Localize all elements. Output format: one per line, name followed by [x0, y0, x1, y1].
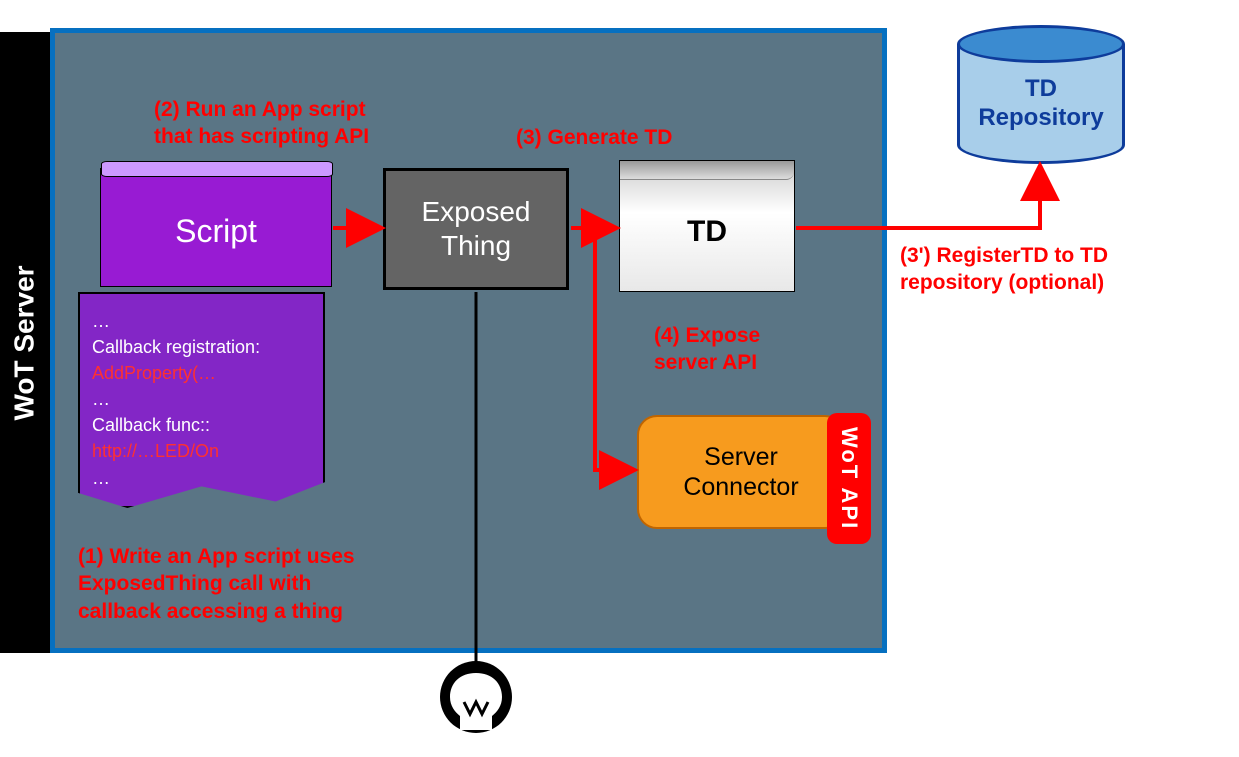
- exposed-thing-line-2: Thing: [441, 230, 511, 261]
- wot-server-label-container: WoT Server: [0, 32, 50, 653]
- exposed-thing-line-1: Exposed: [422, 196, 531, 227]
- step-1-annotation: (1) Write an App script uses ExposedThin…: [78, 543, 388, 625]
- script-box-label: Script: [101, 213, 331, 250]
- script-code-box: … Callback registration: AddProperty(… ……: [78, 292, 325, 508]
- code-line-1: …: [92, 308, 311, 334]
- wot-api-label: WoT API: [836, 427, 862, 530]
- step-3-annotation: (3) Generate TD: [516, 124, 672, 151]
- server-connector-line-1: Server: [704, 443, 778, 471]
- td-repo-line-1: TD: [1025, 75, 1057, 102]
- td-repository-cylinder: TD Repository: [957, 25, 1125, 165]
- wot-server-label: WoT Server: [9, 265, 41, 420]
- code-line-6: http://…LED/On: [92, 438, 311, 464]
- lightbulb-icon: [440, 661, 512, 745]
- wot-api-tab: WoT API: [827, 413, 871, 544]
- wot-server-diagram: WoT Server (2) Run an App script that ha…: [0, 0, 1239, 757]
- exposed-thing-box: Exposed Thing: [383, 168, 569, 290]
- td-box: TD: [619, 160, 795, 292]
- code-line-4: …: [92, 386, 311, 412]
- script-box: Script: [100, 168, 332, 287]
- td-label: TD: [620, 215, 794, 249]
- code-line-5: Callback func::: [92, 412, 311, 438]
- step-3prime-annotation: (3') RegisterTD to TD repository (option…: [900, 242, 1108, 297]
- code-line-2: Callback registration:: [92, 334, 311, 360]
- td-repo-line-2: Repository: [978, 104, 1103, 131]
- server-connector-line-2: Connector: [683, 473, 798, 501]
- code-line-3: AddProperty(…: [92, 360, 311, 386]
- step-4-annotation: (4) Expose server API: [654, 322, 760, 377]
- step-2-annotation: (2) Run an App script that has scripting…: [154, 96, 369, 151]
- server-connector-box: Server Connector: [637, 415, 845, 529]
